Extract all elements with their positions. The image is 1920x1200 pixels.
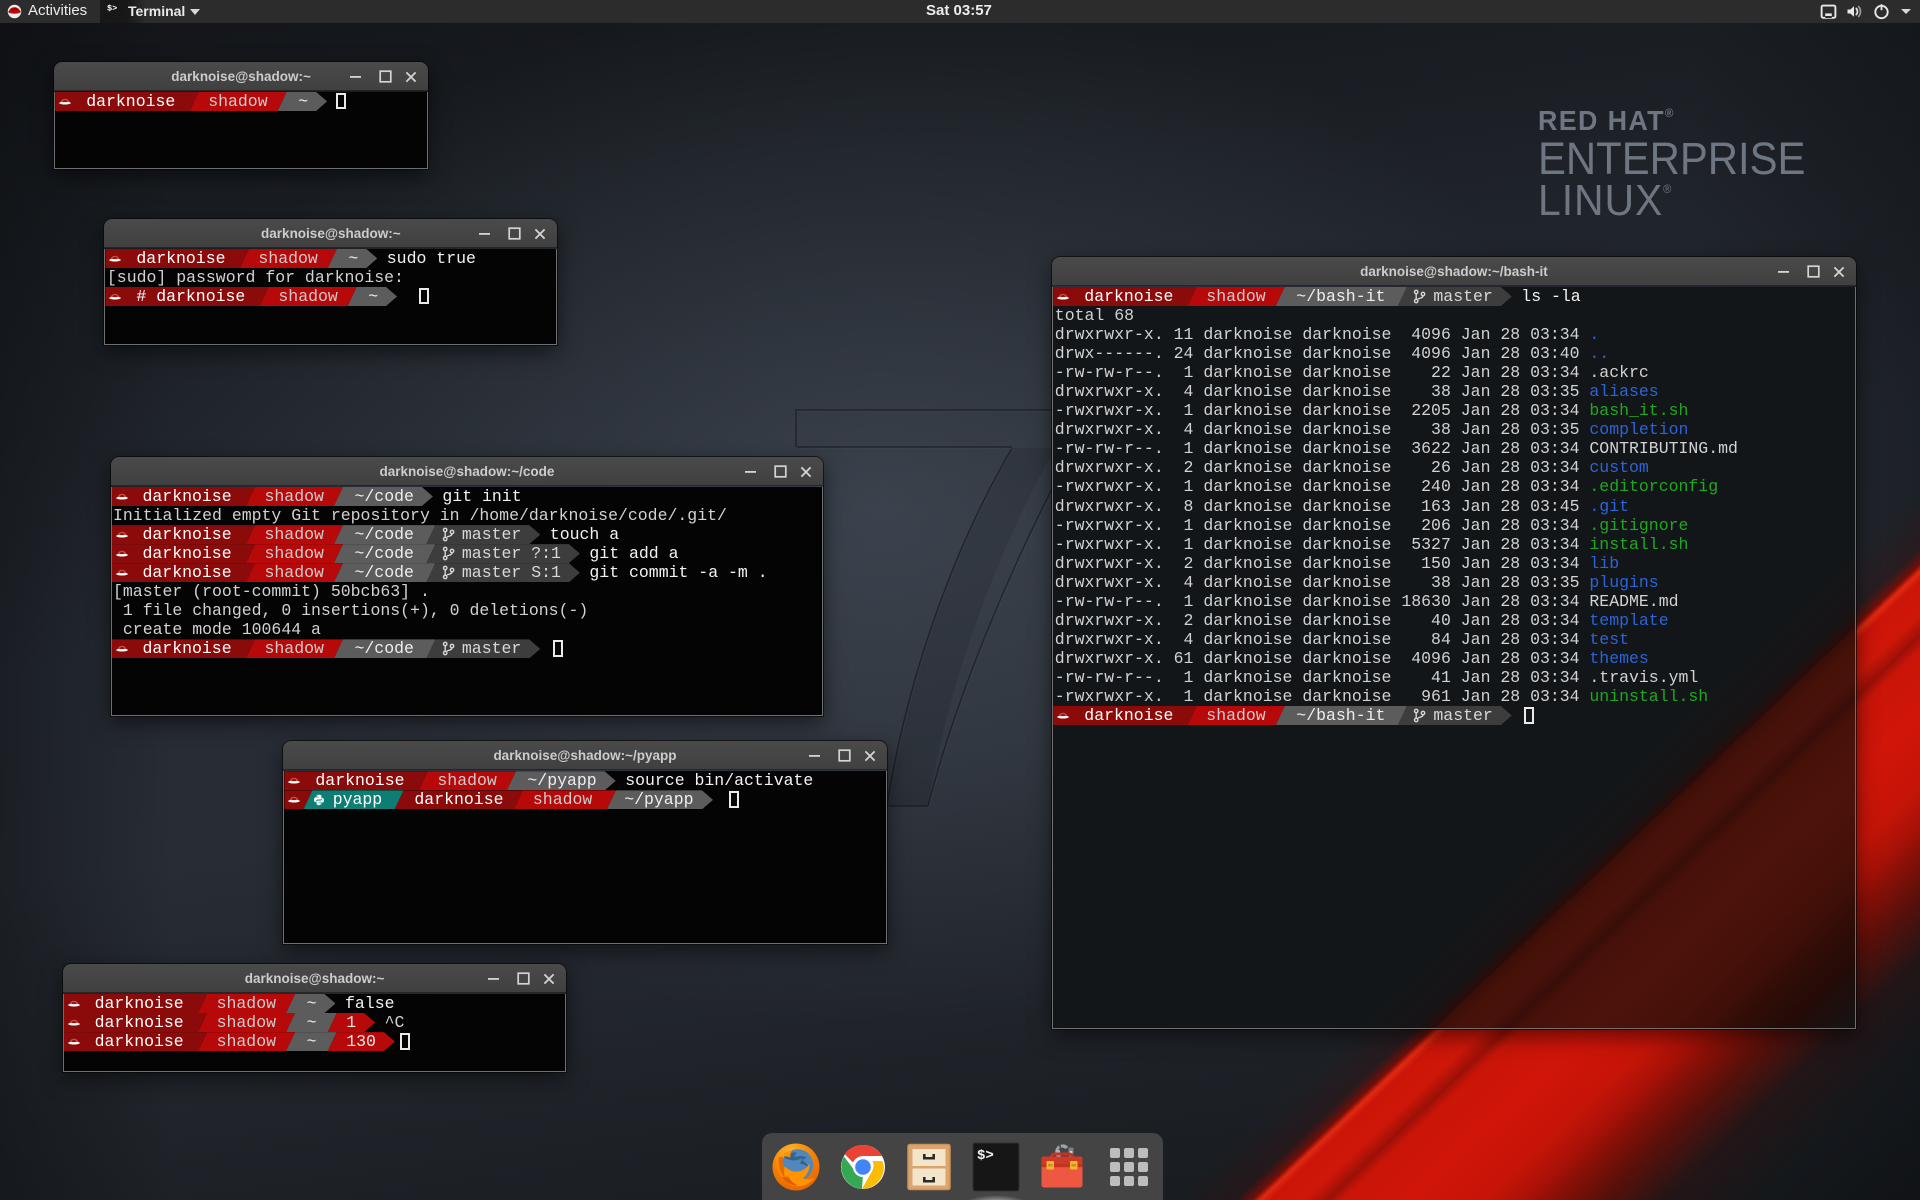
svg-text:$>: $> (107, 4, 117, 14)
svg-text:$>: $> (977, 1148, 994, 1164)
